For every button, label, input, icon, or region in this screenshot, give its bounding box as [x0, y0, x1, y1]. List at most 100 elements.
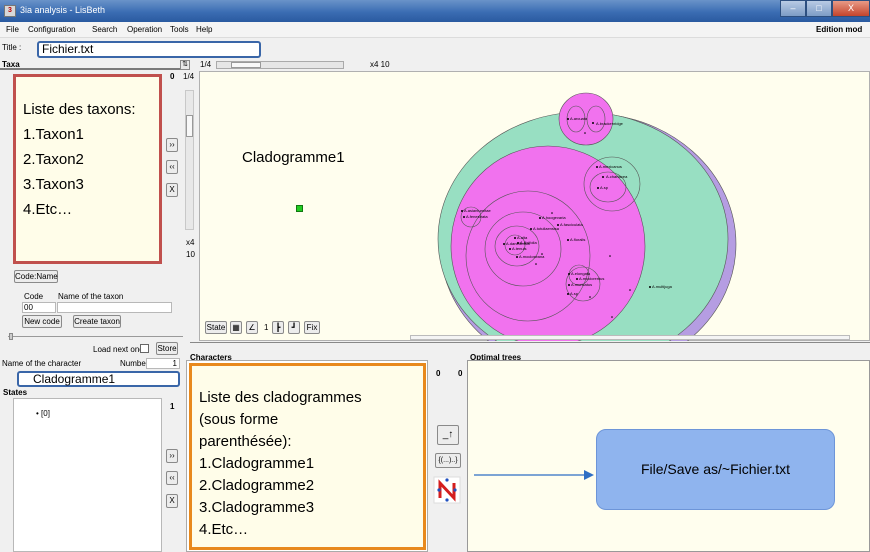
taxa-callout-line: 1.Taxon1	[23, 126, 84, 143]
nexus-icon[interactable]	[433, 476, 461, 504]
layout-tool-icon[interactable]: ┛	[288, 321, 300, 334]
mid-divider	[190, 342, 870, 343]
menu-search[interactable]: Search	[92, 25, 117, 34]
states-count: 1	[170, 402, 175, 411]
window-title: 3ia analysis - LisBeth	[20, 5, 106, 15]
add-state-button[interactable]: ››	[166, 449, 178, 463]
zoom-side-x4: x4	[186, 238, 195, 247]
canvas-hscroll[interactable]	[410, 335, 850, 340]
menu-file[interactable]: File	[6, 25, 19, 34]
remove-state-button[interactable]: ‹‹	[166, 471, 178, 485]
slider-track	[8, 336, 183, 337]
svg-text:A.mocloseana: A.mocloseana	[519, 254, 545, 259]
code-label: Code	[24, 292, 44, 301]
states-header: States	[3, 388, 28, 397]
slider-thumb[interactable]	[9, 333, 13, 340]
zoom-vertical-thumb[interactable]	[186, 115, 193, 137]
menu-bar: File Configuration Search Operation Tool…	[0, 22, 870, 38]
title-input[interactable]: Fichier.txt	[37, 41, 261, 58]
svg-text:A.hoogevaria: A.hoogevaria	[542, 215, 566, 220]
zoom-min-label: 1/4	[200, 60, 212, 69]
add-taxon-button[interactable]: ››	[166, 138, 178, 152]
svg-text:A.sp: A.sp	[600, 185, 609, 190]
title-label: Title :	[2, 43, 22, 52]
characters-callout-line: 3.Cladogramme3	[199, 499, 315, 516]
svg-text:A.arcuata: A.arcuata	[570, 116, 588, 121]
mode-label: Edition mod	[816, 25, 863, 34]
taxa-count: 0	[170, 72, 175, 81]
character-number-label: Number	[120, 359, 149, 368]
split-tool-icon[interactable]: ∠	[246, 321, 258, 334]
zoom-side-top-label: 1/4	[183, 72, 195, 81]
remove-taxon-button[interactable]: ‹‹	[166, 160, 178, 174]
characters-callout-line: 2.Cladogramme2	[199, 477, 315, 494]
characters-count-a: 0	[436, 369, 441, 378]
characters-callout-line: 4.Etc…	[199, 521, 249, 538]
new-code-button[interactable]: New code	[22, 315, 62, 328]
menu-configuration[interactable]: Configuration	[28, 25, 76, 34]
zoom-icon[interactable]: ⇅	[180, 60, 190, 70]
close-button[interactable]: X	[832, 0, 870, 17]
grid-tool-icon[interactable]: ▦	[230, 321, 242, 334]
taxa-list-callout: Liste des taxons: 1.Taxon1 2.Taxon2 3.Ta…	[13, 74, 162, 264]
export-button[interactable]: _↑	[437, 425, 459, 445]
window-title-bar: 3 3ia analysis - LisBeth – □ X	[0, 0, 870, 22]
character-name-input[interactable]: Cladogramme1	[17, 371, 180, 387]
svg-text:A.chartacea: A.chartacea	[606, 174, 628, 179]
menu-tools[interactable]: Tools	[170, 25, 189, 34]
zoom-max-label: x4 10	[370, 60, 390, 69]
code-name-button[interactable]: Code:Name	[14, 270, 58, 283]
create-taxon-button[interactable]: Create taxon	[73, 315, 121, 328]
svg-text:A.muricatus: A.muricatus	[571, 282, 592, 287]
store-button[interactable]: Store	[156, 342, 178, 355]
zoom-vertical-slider[interactable]	[185, 90, 194, 230]
taxa-divider	[0, 68, 198, 70]
svg-text:A.brackenridge: A.brackenridge	[596, 121, 624, 126]
zoom-side-10: 10	[186, 250, 195, 259]
taxa-slider[interactable]	[0, 333, 185, 340]
menu-operation[interactable]: Operation	[127, 25, 162, 34]
state-button[interactable]: State	[205, 321, 227, 334]
load-next-checkbox[interactable]	[140, 344, 149, 353]
maximize-button[interactable]: □	[806, 0, 832, 17]
taxon-name-input[interactable]	[57, 302, 172, 313]
character-name-label: Name of the character	[2, 359, 82, 368]
load-next-label: Load next one	[93, 345, 144, 354]
svg-text:A.tutuilaensis: A.tutuilaensis	[533, 226, 557, 231]
menu-help[interactable]: Help	[196, 25, 212, 34]
zoom-slider-thumb[interactable]	[231, 62, 261, 68]
svg-text:A.tenuis: A.tenuis	[512, 246, 526, 251]
svg-text:A.floralis: A.floralis	[570, 237, 585, 242]
tool-one-label: 1	[264, 323, 269, 332]
code-input[interactable]: 00	[22, 302, 56, 313]
tree-tool-icon[interactable]: ┣	[272, 321, 284, 334]
cladogram-diagram[interactable]: A.arcuata A.brackenridge A.mexicanus A.c…	[199, 71, 870, 341]
taxon-name-label: Name of the taxon	[58, 292, 124, 301]
states-list[interactable]: • [0]	[13, 398, 162, 552]
svg-text:A.mexicanus: A.mexicanus	[599, 164, 622, 169]
svg-text:A.multijuga: A.multijuga	[652, 284, 673, 289]
svg-text:A.fasciculata: A.fasciculata	[560, 222, 583, 227]
delete-state-button[interactable]: X	[166, 494, 178, 508]
character-number-input[interactable]: 1	[146, 358, 180, 369]
characters-list-callout: Liste des cladogrammes (sous forme paren…	[189, 363, 426, 550]
characters-callout-line: Liste des cladogrammes	[199, 389, 362, 406]
svg-text:A.sp: A.sp	[570, 291, 579, 296]
arrow-connector	[474, 470, 594, 480]
zoom-slider[interactable]	[216, 61, 344, 69]
minimize-button[interactable]: –	[780, 0, 806, 17]
parenthesis-button[interactable]: {(...)..}	[435, 453, 461, 468]
characters-callout-line: (sous forme	[199, 411, 279, 428]
taxa-callout-line: 3.Taxon3	[23, 176, 84, 193]
zoom-toolbar: ⇅ 1/4 x4 10	[180, 60, 870, 71]
svg-text:A.mucicrentus: A.mucicrentus	[579, 276, 604, 281]
svg-text:A.fenestrata: A.fenestrata	[466, 214, 488, 219]
svg-text:A.asianturnitae: A.asianturnitae	[464, 208, 491, 213]
delete-taxon-button[interactable]: X	[166, 183, 178, 197]
state-item[interactable]: • [0]	[36, 409, 50, 418]
taxa-callout-line: 4.Etc…	[23, 201, 73, 218]
characters-count-b: 0	[458, 369, 463, 378]
characters-callout-line: parenthésée):	[199, 433, 292, 450]
taxa-callout-line: Liste des taxons:	[23, 101, 136, 118]
fix-button[interactable]: Fix	[304, 321, 320, 334]
